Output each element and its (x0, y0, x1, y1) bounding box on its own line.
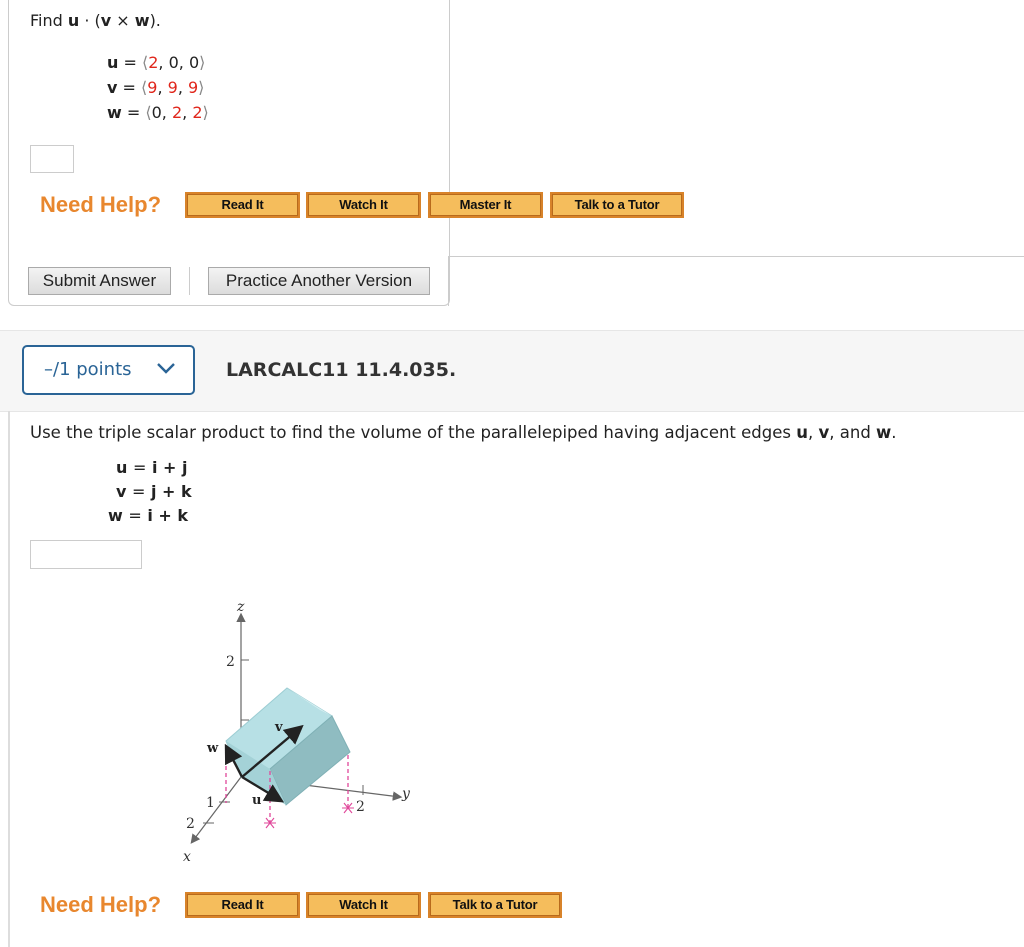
q2-read-it-button[interactable]: Read It (185, 892, 300, 918)
q1-master-it-button[interactable]: Master It (428, 192, 543, 218)
q1-prompt: Find u · (v × w). (30, 11, 161, 30)
vector-name: w (107, 103, 122, 122)
tab-border-top (448, 256, 1024, 257)
q2-vector-w: w = i + k (108, 506, 189, 525)
vector-name: v (116, 482, 127, 501)
points-dropdown-button[interactable]: –/1 points (22, 345, 195, 395)
component: 0 (188, 53, 200, 72)
x-tick-label-1: 1 (206, 795, 215, 811)
component: 0 (151, 103, 162, 122)
q2-prompt-end: . (891, 423, 897, 442)
vector-u-label: u (252, 793, 261, 808)
vector-name: w (108, 506, 123, 525)
q1-talk-to-tutor-button[interactable]: Talk to a Tutor (550, 192, 684, 218)
q1-prompt-dot: · ( (79, 11, 101, 30)
q2-watch-it-button[interactable]: Watch It (306, 892, 421, 918)
button-divider (189, 267, 190, 295)
q1-prompt-cross: × (111, 11, 135, 30)
question-1-panel (8, 0, 450, 306)
x-tick-label-2: 2 (186, 816, 195, 832)
angle-close: ⟩ (198, 78, 205, 97)
submit-answer-button[interactable]: Submit Answer (28, 267, 171, 295)
q1-prompt-u: u (67, 11, 80, 30)
chevron-down-icon (157, 363, 175, 374)
q1-vector-w: w = ⟨0, 2, 2⟩ (107, 103, 209, 122)
y-tick-label-2: 2 (356, 799, 365, 815)
parallelepiped-figure: z y x 2 1 2 2 w v u (183, 599, 411, 865)
vector-w-label: w (206, 741, 219, 756)
angle-close: ⟩ (202, 103, 209, 122)
q1-vector-v: v = ⟨9, 9, 9⟩ (107, 78, 205, 97)
question-id: LARCALC11 11.4.035. (226, 359, 457, 381)
q2-prompt: Use the triple scalar product to find th… (30, 423, 897, 442)
y-axis-label: y (401, 786, 411, 802)
component: 9 (167, 78, 178, 97)
component: 2 (192, 103, 203, 122)
projection-mark (264, 817, 276, 829)
z-axis-label: z (236, 599, 245, 615)
q2-need-help-label: Need Help? (40, 892, 162, 917)
tab-border-left (448, 256, 449, 306)
q1-answer-input[interactable] (30, 145, 74, 173)
q2-prompt-text: Use the triple scalar product to find th… (30, 423, 797, 442)
vector-name: v (107, 78, 118, 97)
q1-prompt-end: ). (149, 11, 161, 30)
q1-prompt-text: Find (30, 11, 68, 30)
q2-prompt-sep: , and (829, 423, 877, 442)
q2-vector-u: u = i + j (116, 458, 188, 477)
vector-v-label: v (274, 720, 283, 735)
x-axis-label: x (183, 849, 191, 865)
q1-need-help-label: Need Help? (40, 192, 162, 217)
q2-talk-to-tutor-button[interactable]: Talk to a Tutor (428, 892, 562, 918)
vector-expr: j + k (151, 482, 192, 501)
q2-prompt-w: w (876, 423, 892, 442)
question-2-left-border (8, 411, 10, 947)
component: 0 (168, 53, 179, 72)
component: 2 (148, 53, 159, 72)
angle-close: ⟩ (199, 53, 206, 72)
component: 9 (147, 78, 158, 97)
z-tick-label: 2 (226, 654, 235, 670)
component: 2 (171, 103, 183, 122)
q1-prompt-v: v (100, 11, 112, 30)
practice-another-version-button[interactable]: Practice Another Version (208, 267, 430, 295)
q2-prompt-sep: , (808, 423, 819, 442)
q2-prompt-u: u (796, 423, 808, 442)
vector-expr: i + j (151, 458, 188, 477)
vector-name: u (116, 458, 128, 477)
x-axis (190, 776, 242, 844)
q1-prompt-w: w (134, 11, 150, 30)
q2-vector-v: v = j + k (116, 482, 192, 501)
q2-vector-list: u = i + j v = j + k w = i + k (108, 456, 192, 528)
vector-expr: i + k (147, 506, 189, 525)
q1-vector-list: u = ⟨2, 0, 0⟩ v = ⟨9, 9, 9⟩ w = ⟨0, 2, 2… (107, 50, 209, 125)
q1-vector-u: u = ⟨2, 0, 0⟩ (107, 53, 206, 72)
q2-prompt-v: v (818, 423, 830, 442)
q1-read-it-button[interactable]: Read It (185, 192, 300, 218)
q2-answer-input[interactable] (30, 540, 142, 569)
vector-name: u (107, 53, 119, 72)
q1-watch-it-button[interactable]: Watch It (306, 192, 421, 218)
component: 9 (187, 78, 199, 97)
points-label: –/1 points (44, 359, 132, 380)
